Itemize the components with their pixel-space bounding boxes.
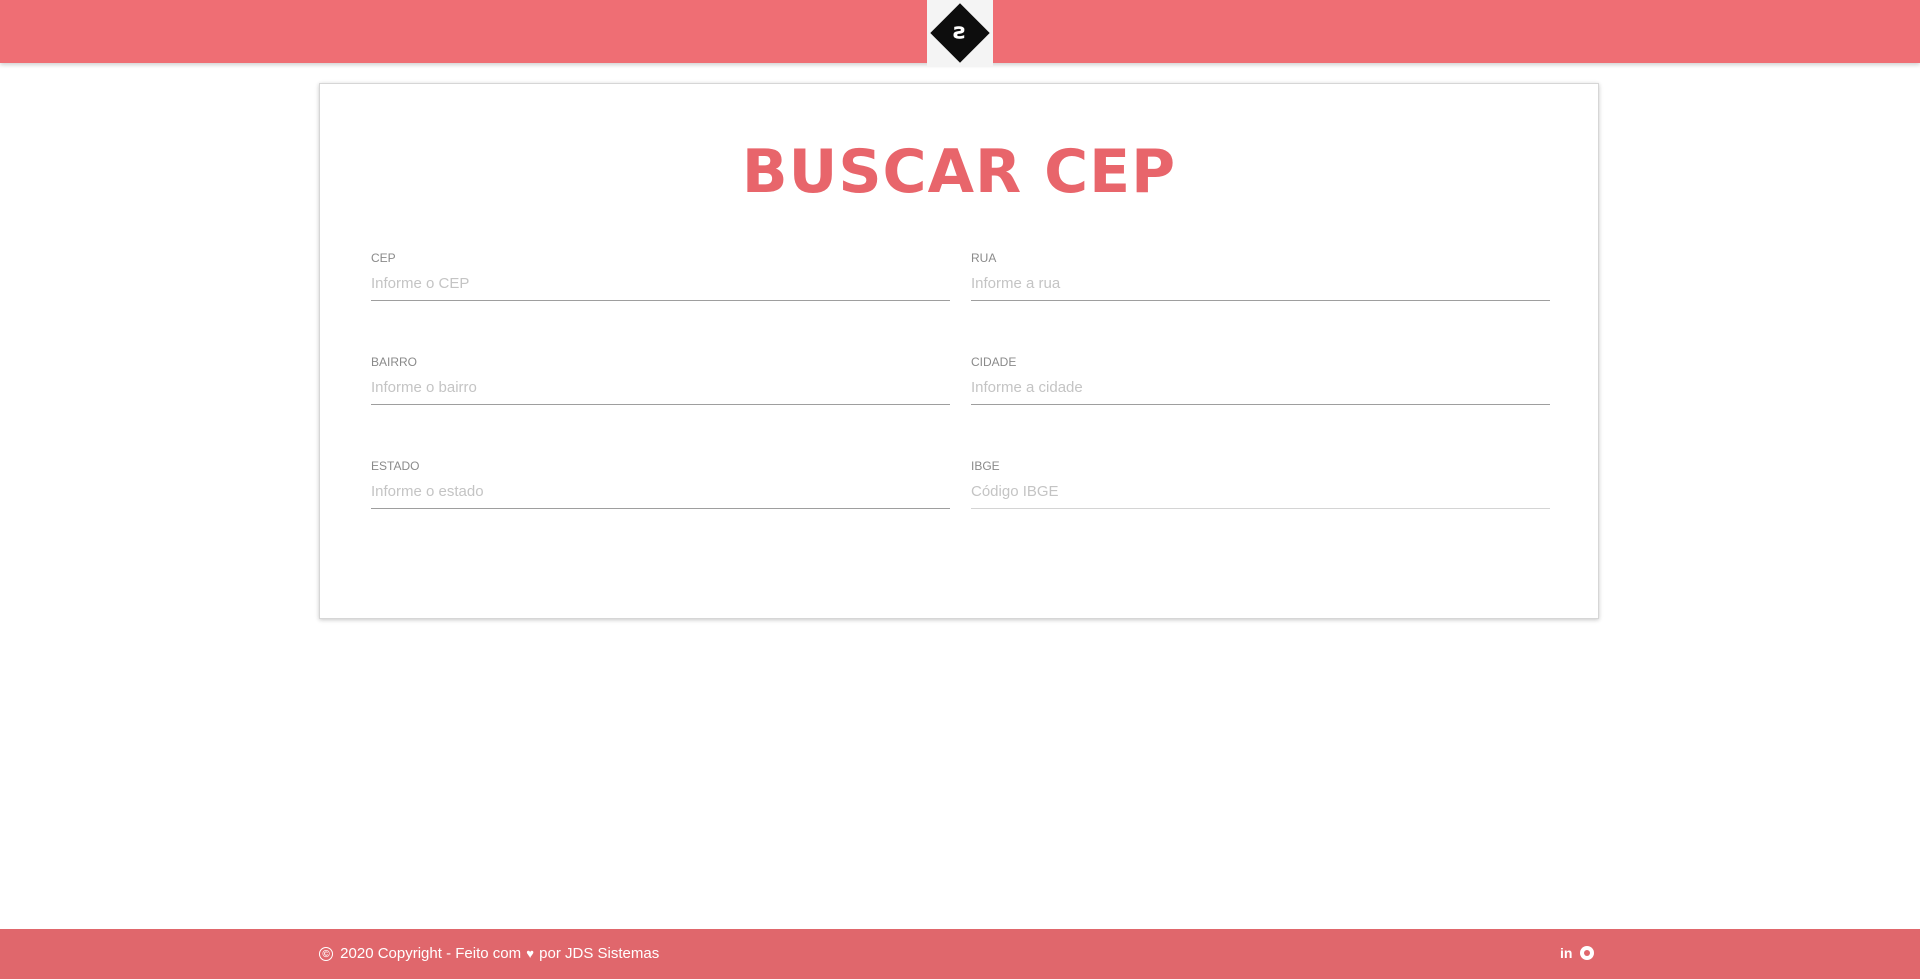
cidade-input[interactable]: [971, 371, 1550, 405]
ibge-label: IBGE: [971, 459, 1000, 473]
estado-field: ESTADO: [371, 459, 950, 519]
page-title: BUSCAR CEP: [741, 137, 1177, 207]
social-links: in: [1560, 945, 1595, 961]
rua-input[interactable]: [971, 267, 1550, 301]
bairro-input[interactable]: [371, 371, 950, 405]
search-card: BUSCAR CEP CEP RUA BAIRRO CIDADE ESTADO …: [319, 83, 1599, 619]
footer: © 2020 Copyright - Feito com ♥ por JDS S…: [0, 929, 1920, 979]
copyright-icon: ©: [319, 946, 333, 961]
logo-icon: ƨ: [930, 3, 990, 63]
cidade-label: CIDADE: [971, 355, 1017, 369]
footer-text-after: por JDS Sistemas: [534, 945, 660, 962]
linkedin-icon[interactable]: in: [1560, 945, 1572, 961]
heart-icon: ♥: [526, 946, 534, 961]
bairro-field: BAIRRO: [371, 355, 950, 415]
logo-glyph: ƨ: [953, 19, 967, 45]
bairro-label: BAIRRO: [371, 355, 418, 369]
estado-input[interactable]: [371, 475, 950, 509]
ibge-field: IBGE: [971, 459, 1550, 519]
rua-field: RUA: [971, 251, 1550, 311]
github-icon[interactable]: [1580, 946, 1595, 960]
footer-copyright: © 2020 Copyright - Feito com ♥ por JDS S…: [319, 945, 659, 962]
cep-label: CEP: [371, 251, 396, 265]
footer-text-before: 2020 Copyright - Feito com: [336, 945, 526, 962]
ibge-input[interactable]: [971, 475, 1550, 509]
estado-label: ESTADO: [371, 459, 420, 473]
cep-input[interactable]: [371, 267, 950, 301]
cidade-field: CIDADE: [971, 355, 1550, 415]
top-bar: ƨ: [0, 0, 1920, 66]
rua-label: RUA: [971, 251, 997, 265]
cep-field: CEP: [371, 251, 950, 311]
logo[interactable]: ƨ: [927, 0, 993, 66]
